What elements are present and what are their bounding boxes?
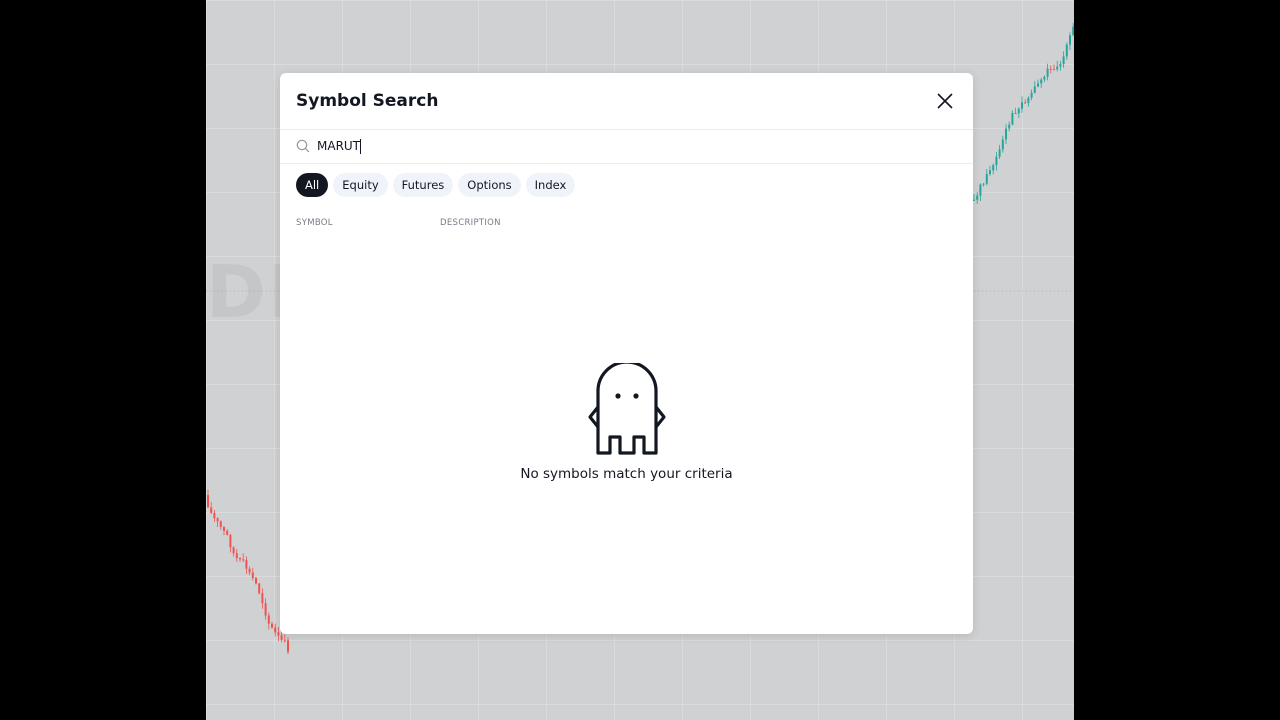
candle-body	[1014, 113, 1017, 115]
candle-body	[1069, 35, 1071, 45]
filter-options[interactable]: Options	[458, 173, 521, 197]
candle-body	[283, 639, 286, 641]
candle-body	[973, 199, 975, 201]
dialog-title: Symbol Search	[296, 91, 439, 111]
candle-body	[1030, 92, 1033, 98]
candle-body	[992, 165, 995, 171]
candle-body	[287, 640, 289, 652]
candle-body	[1037, 83, 1039, 87]
search-input[interactable]	[317, 135, 937, 157]
candle-body	[982, 183, 985, 185]
candle-body	[1059, 63, 1062, 67]
candle-body	[1005, 128, 1007, 140]
candle-body	[1053, 69, 1055, 71]
candle-body	[223, 526, 225, 531]
candle-body	[207, 495, 209, 508]
symbol-search-dialog: Symbol Search All Equity Futures Options…	[280, 73, 973, 634]
candle-body	[232, 547, 235, 554]
candle-body	[213, 512, 216, 519]
candle-body	[1049, 68, 1052, 70]
candle-body	[1008, 124, 1011, 129]
filter-index[interactable]: Index	[525, 173, 576, 197]
candle-body	[248, 568, 251, 573]
candle-body	[1043, 76, 1046, 80]
candle-body	[239, 558, 241, 560]
text-cursor	[360, 139, 361, 154]
candle-body	[989, 170, 991, 175]
candle-body	[216, 518, 219, 522]
candle-body	[1033, 86, 1036, 93]
candle-body	[1024, 102, 1027, 104]
candle-body	[985, 174, 988, 184]
candle-body	[251, 572, 254, 579]
candle-body	[1065, 44, 1068, 57]
candle-body	[1001, 139, 1004, 150]
candle-body	[245, 559, 248, 569]
filter-tabs: All Equity Futures Options Index	[296, 173, 576, 197]
candle-body	[1040, 79, 1043, 84]
candle-body	[995, 156, 998, 166]
candle-body	[219, 521, 222, 527]
candles-right	[973, 22, 1074, 204]
empty-state: No symbols match your criteria	[280, 363, 973, 482]
candle-body	[998, 149, 1001, 157]
dialog-header: Symbol Search	[280, 73, 973, 130]
ghost-icon	[587, 363, 666, 455]
search-row	[280, 130, 973, 164]
candle-body	[280, 635, 283, 640]
candle-body	[1046, 68, 1049, 77]
candle-body	[976, 195, 979, 200]
candle-body	[255, 578, 257, 584]
column-header-symbol: SYMBOL	[296, 218, 333, 228]
candle-body	[1062, 56, 1065, 64]
candle-body	[1017, 108, 1020, 114]
candle-body	[242, 559, 245, 561]
column-header-description: DESCRIPTION	[440, 218, 501, 228]
candle-body	[210, 507, 213, 513]
filter-equity[interactable]: Equity	[333, 173, 388, 197]
candle-body	[1056, 66, 1059, 70]
filter-futures[interactable]: Futures	[392, 173, 454, 197]
candle-body	[979, 184, 982, 196]
candle-body	[1021, 102, 1023, 109]
search-icon	[296, 139, 310, 153]
filter-all[interactable]: All	[296, 173, 329, 197]
candle-body	[1072, 26, 1074, 36]
candle-body	[267, 615, 270, 624]
candle-body	[229, 535, 232, 548]
candle-body	[261, 593, 264, 604]
candle-body	[1011, 113, 1014, 125]
candle-body	[274, 627, 277, 633]
candle-body	[235, 553, 238, 559]
candle-body	[1027, 97, 1030, 104]
candle-body	[277, 632, 280, 636]
candles-left	[207, 489, 289, 655]
empty-state-message: No symbols match your criteria	[520, 466, 733, 482]
candle-body	[258, 583, 261, 594]
candle-body	[271, 623, 273, 628]
candle-body	[264, 603, 267, 616]
close-icon	[937, 93, 953, 109]
candle-body	[226, 530, 229, 536]
close-button[interactable]	[933, 89, 957, 113]
